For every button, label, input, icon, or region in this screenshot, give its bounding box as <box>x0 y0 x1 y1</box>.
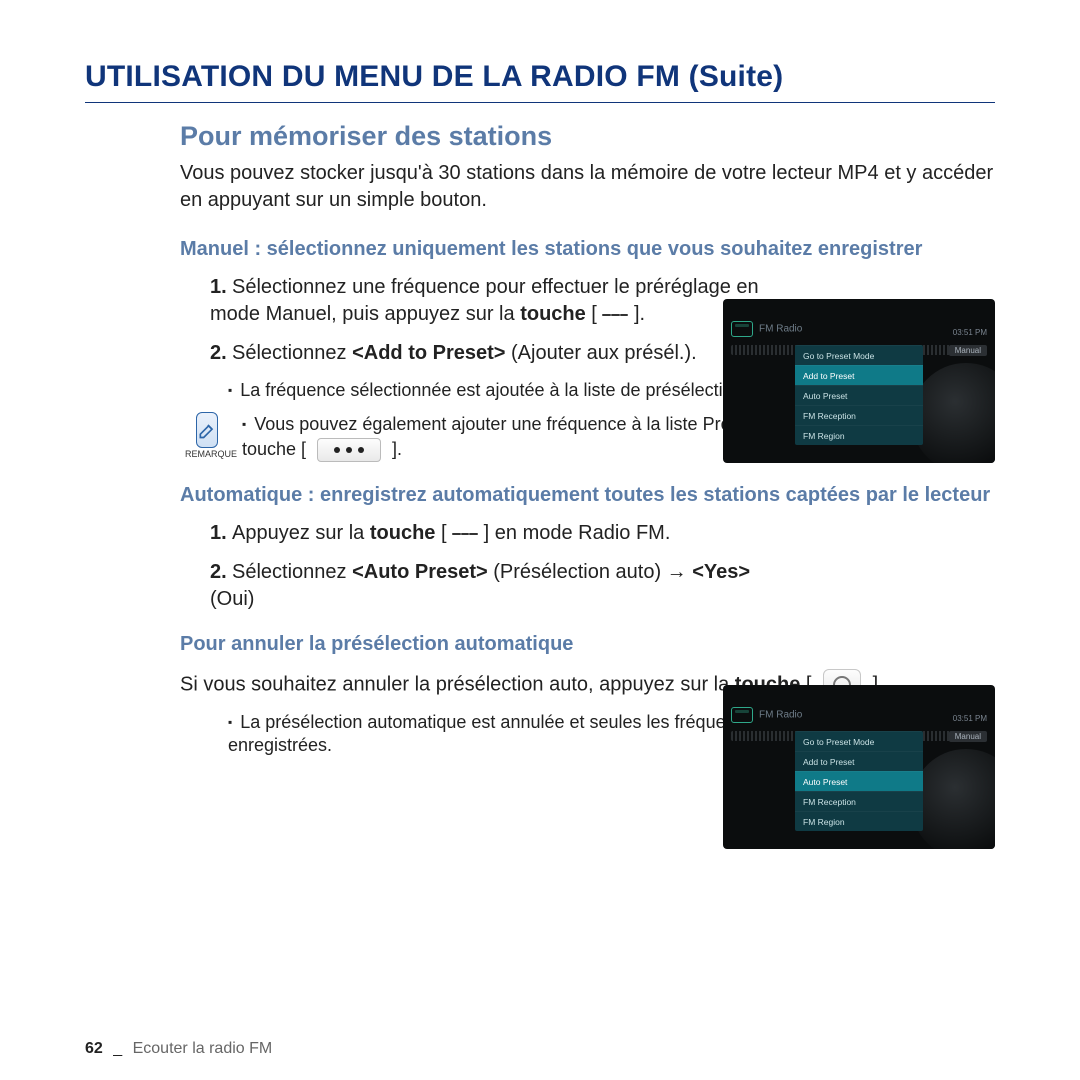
title-rule <box>85 102 995 103</box>
auto-step-2: 2.Sélectionnez <Auto Preset> (Présélecti… <box>210 559 780 613</box>
note-icon <box>196 412 218 448</box>
section-heading: Pour mémoriser des stations <box>180 121 995 152</box>
menu-item: Go to Preset Mode <box>795 731 923 751</box>
remark-label: REMARQUE <box>185 449 237 459</box>
manual-step-1: 1.Sélectionnez une fréquence pour effect… <box>210 274 780 328</box>
auto-subheading: Automatique : enregistrez automatiquemen… <box>180 482 995 508</box>
page-footer: 62 _ Ecouter la radio FM <box>85 1040 272 1058</box>
auto-step-1: 1.Appuyez sur la touche [ ] en mode Radi… <box>210 520 780 547</box>
menu-item: Add to Preset <box>795 751 923 771</box>
manual-page: UTILISATION DU MENU DE LA RADIO FM (Suit… <box>0 0 1080 1080</box>
menu-item: FM Reception <box>795 791 923 811</box>
cancel-subheading: Pour annuler la présélection automatique <box>180 631 995 657</box>
menu-icon <box>452 524 478 544</box>
radio-icon <box>731 707 753 723</box>
auto-steps: 1.Appuyez sur la touche [ ] en mode Radi… <box>180 520 780 613</box>
manual-bullets: La fréquence sélectionnée est ajoutée à … <box>180 379 798 402</box>
menu-item: Auto Preset <box>795 385 923 405</box>
menu-item: FM Reception <box>795 405 923 425</box>
tuning-dial <box>911 749 995 849</box>
device-screenshot-2: FM Radio 03:51 PM Manual Go to Preset Mo… <box>723 685 995 849</box>
menu-item: Go to Preset Mode <box>795 345 923 365</box>
mode-badge: Manual <box>949 731 987 742</box>
menu-item: FM Region <box>795 425 923 445</box>
intro-text: Vous pouvez stocker jusqu'à 30 stations … <box>180 160 995 214</box>
menu-icon <box>602 305 628 325</box>
page-number: 62 <box>85 1040 103 1057</box>
tuning-dial <box>911 363 995 463</box>
menu-item-selected: Add to Preset <box>795 365 923 385</box>
device-menu: Go to Preset Mode Add to Preset Auto Pre… <box>795 731 923 831</box>
clock-text: 03:51 PM <box>953 714 987 723</box>
menu-item: FM Region <box>795 811 923 831</box>
device-title: FM Radio <box>759 710 802 721</box>
dots-button-icon <box>317 438 381 462</box>
device-screenshot-1: FM Radio 03:51 PM Manual Go to Preset Mo… <box>723 299 995 463</box>
clock-text: 03:51 PM <box>953 328 987 337</box>
manual-subheading: Manuel : sélectionnez uniquement les sta… <box>180 236 995 262</box>
chapter-name: Ecouter la radio FM <box>133 1040 273 1057</box>
menu-item-selected: Auto Preset <box>795 771 923 791</box>
manual-steps: 1.Sélectionnez une fréquence pour effect… <box>180 274 780 367</box>
radio-icon <box>731 321 753 337</box>
manual-step-2: 2.Sélectionnez <Add to Preset> (Ajouter … <box>210 340 780 367</box>
device-title: FM Radio <box>759 324 802 335</box>
device-menu: Go to Preset Mode Add to Preset Auto Pre… <box>795 345 923 445</box>
mode-badge: Manual <box>949 345 987 356</box>
footer-separator: _ <box>113 1040 122 1057</box>
manual-bullet-1: La fréquence sélectionnée est ajoutée à … <box>228 379 798 402</box>
page-title: UTILISATION DU MENU DE LA RADIO FM (Suit… <box>85 60 995 94</box>
